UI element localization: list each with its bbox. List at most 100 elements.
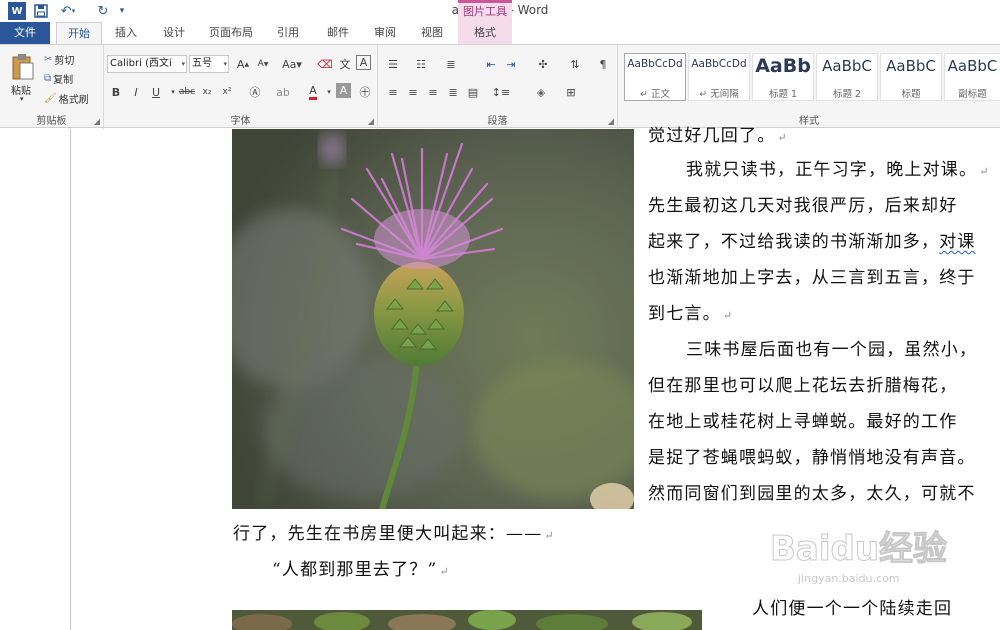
cut-button[interactable]: ✂ 剪切: [44, 52, 74, 67]
copy-button[interactable]: ⧉ 复制: [44, 71, 73, 86]
font-name-value: Calibri (西文i: [110, 58, 172, 69]
subscript-icon[interactable]: x₂: [198, 83, 216, 101]
paragraph-group-label: 段落: [487, 116, 508, 127]
show-marks-icon[interactable]: ¶: [594, 55, 612, 73]
align-center-icon[interactable]: ≡: [404, 83, 422, 101]
style-name: ↵ 正文: [640, 89, 670, 100]
tab-design[interactable]: 设计: [156, 22, 192, 44]
clipboard-launcher-icon[interactable]: ◢: [94, 117, 100, 126]
text-effect-icon[interactable]: Ⓐ: [246, 83, 264, 101]
superscript-icon[interactable]: x²: [218, 83, 236, 101]
paragraph-mark: ↵: [722, 309, 733, 322]
doc-line: 但在那里也可以爬上花坛去折腊梅花，: [648, 376, 958, 396]
paragraph-mark: ↵: [777, 131, 787, 144]
style-heading-1[interactable]: AaBb 标题 1: [752, 53, 814, 101]
tab-page-layout[interactable]: 页面布局: [203, 22, 259, 44]
copy-icon: ⧉: [44, 73, 52, 84]
doc-line: 也渐渐地加上字去，从三言到五言，终于: [648, 268, 976, 288]
font-size-value: 五号: [192, 58, 212, 69]
font-size-combo[interactable]: 五号 ▾: [189, 55, 229, 73]
paragraph-mark: ↵: [544, 529, 554, 542]
tab-references[interactable]: 引用: [270, 22, 306, 44]
tab-file[interactable]: 文件: [0, 22, 50, 44]
paragraph-launcher-icon[interactable]: ◢: [608, 117, 614, 126]
style-normal[interactable]: AaBbCcDd ↵ 正文: [624, 53, 686, 101]
style-no-spacing[interactable]: AaBbCcDd ↵ 无间隔: [688, 53, 750, 101]
format-painter-label: 格式刷: [58, 95, 89, 106]
enclose-char-icon[interactable]: ㊉: [356, 83, 374, 101]
distributed-icon[interactable]: ▤: [464, 83, 482, 101]
doc-line: 是捉了苍蝇喂蚂蚁，静悄悄地没有声音。: [648, 448, 976, 468]
chinese-layout-icon[interactable]: ✣: [534, 55, 552, 73]
char-shading-icon[interactable]: A: [336, 83, 351, 98]
change-case-icon[interactable]: Aa▾: [280, 55, 304, 73]
style-sample: AaBbCcDd: [691, 58, 747, 70]
line-spacing-icon[interactable]: ↕≡: [492, 83, 510, 101]
cut-label: 剪切: [54, 56, 75, 67]
scissors-icon: ✂: [44, 54, 53, 65]
leaves-photo[interactable]: [232, 610, 702, 630]
baidu-watermark: Baidu经验 jingyan.baidu.com: [768, 520, 968, 590]
char-border-icon[interactable]: A: [356, 55, 371, 70]
style-sample: AaBbC: [822, 57, 872, 75]
doc-line-text: “人都到那里去了？”: [272, 560, 438, 580]
align-right-icon[interactable]: ≡: [424, 83, 442, 101]
align-left-icon[interactable]: ≡: [384, 83, 402, 101]
document-area[interactable]: 觉过好几回了。 ↵ 我就只读书，正午习字，晚上对课。 ↵ 先生最初这几天对我很严厉，…: [0, 126, 1000, 630]
style-title[interactable]: AaBbC 标题: [880, 53, 942, 101]
bullets-icon[interactable]: ☰: [384, 55, 402, 73]
justify-icon[interactable]: ≣: [444, 83, 462, 101]
highlight-icon[interactable]: ab: [274, 83, 292, 101]
font-launcher-icon[interactable]: ◢: [368, 117, 374, 126]
paste-dropdown-icon[interactable]: ▾: [20, 95, 24, 103]
style-name: 副标题: [958, 89, 987, 100]
bold-icon[interactable]: B: [107, 83, 125, 101]
increase-indent-icon[interactable]: ⇥: [502, 55, 520, 73]
grammar-underline-text: 对课: [939, 232, 976, 252]
picture-tools-label: 图片工具: [458, 0, 512, 22]
decrease-indent-icon[interactable]: ⇤: [482, 55, 500, 73]
tab-home[interactable]: 开始: [56, 22, 102, 44]
tab-review[interactable]: 审阅: [367, 22, 403, 44]
numbering-icon[interactable]: ☷: [412, 55, 430, 73]
style-heading-2[interactable]: AaBbC 标题 2: [816, 53, 878, 101]
tab-format[interactable]: 格式: [458, 22, 512, 44]
font-size-dropdown-icon: ▾: [223, 60, 227, 68]
ribbon: 粘贴 ▾ ✂ 剪切 ⧉ 复制 🖌 格式刷 剪贴板 ◢ Calibri (西文i ▾ 五号…: [0, 44, 1000, 129]
tab-view[interactable]: 视图: [414, 22, 450, 44]
style-name: 标题 2: [832, 89, 862, 100]
font-name-combo[interactable]: Calibri (西文i ▾: [107, 55, 187, 73]
doc-line: 起来了，不过给我读的书渐渐加多，对课: [648, 227, 976, 252]
tab-mailings[interactable]: 邮件: [320, 22, 356, 44]
paste-icon[interactable]: [10, 53, 36, 81]
style-sample: AaBbC: [886, 57, 936, 75]
style-name: 标题 1: [768, 89, 798, 100]
flower-photo[interactable]: [232, 129, 634, 509]
paragraph-mark: ↵: [979, 165, 989, 178]
underline-icon[interactable]: U: [147, 83, 165, 101]
strikethrough-icon[interactable]: abc: [178, 83, 196, 101]
borders-icon[interactable]: ⊞: [562, 83, 580, 101]
paragraph-group: ☰ ☷ ≣ ⇤ ⇥ ✣ ⇅ ¶ ≡ ≡ ≡ ≣ ▤ ↕≡ ◈ ⊞ 段落 ◢: [378, 45, 618, 129]
title-bar: W ↶▾ ↻ ▾ abc.docx - Word 图片工具: [0, 0, 1000, 22]
clear-format-icon[interactable]: ⌫: [316, 55, 334, 73]
doc-line: “人都到那里去了？” ↵: [272, 555, 449, 580]
phonetic-guide-icon[interactable]: 文: [336, 55, 354, 73]
shading-icon[interactable]: ◈: [532, 83, 550, 101]
italic-icon[interactable]: I: [127, 83, 145, 101]
tab-insert[interactable]: 插入: [108, 22, 144, 44]
grow-font-icon[interactable]: A ▲: [234, 55, 252, 73]
style-subtitle[interactable]: AaBbC 副标题: [944, 53, 1000, 101]
format-painter-button[interactable]: 🖌 格式刷: [44, 91, 89, 106]
doc-line-text: 我就只读书，正午习字，晚上对课。: [686, 160, 978, 180]
style-sample: AaBbC: [947, 57, 998, 75]
doc-line: 行了，先生在书房里便大叫起来：—— ↵: [233, 519, 554, 544]
watermark-sub: jingyan.baidu.com: [797, 572, 900, 585]
font-group: Calibri (西文i ▾ 五号 ▾ A ▲ A ▼ Aa▾ ⌫ 文 A B I U …: [104, 45, 378, 129]
style-sample: AaBbCcDd: [627, 58, 683, 70]
doc-line-partial: 觉过好几回了。 ↵: [648, 121, 787, 146]
shrink-font-icon[interactable]: A ▼: [254, 55, 272, 73]
multilevel-list-icon[interactable]: ≣: [442, 55, 460, 73]
clipboard-group: 粘贴 ▾ ✂ 剪切 ⧉ 复制 🖌 格式刷 剪贴板 ◢: [0, 45, 104, 129]
sort-icon[interactable]: ⇅: [566, 55, 584, 73]
